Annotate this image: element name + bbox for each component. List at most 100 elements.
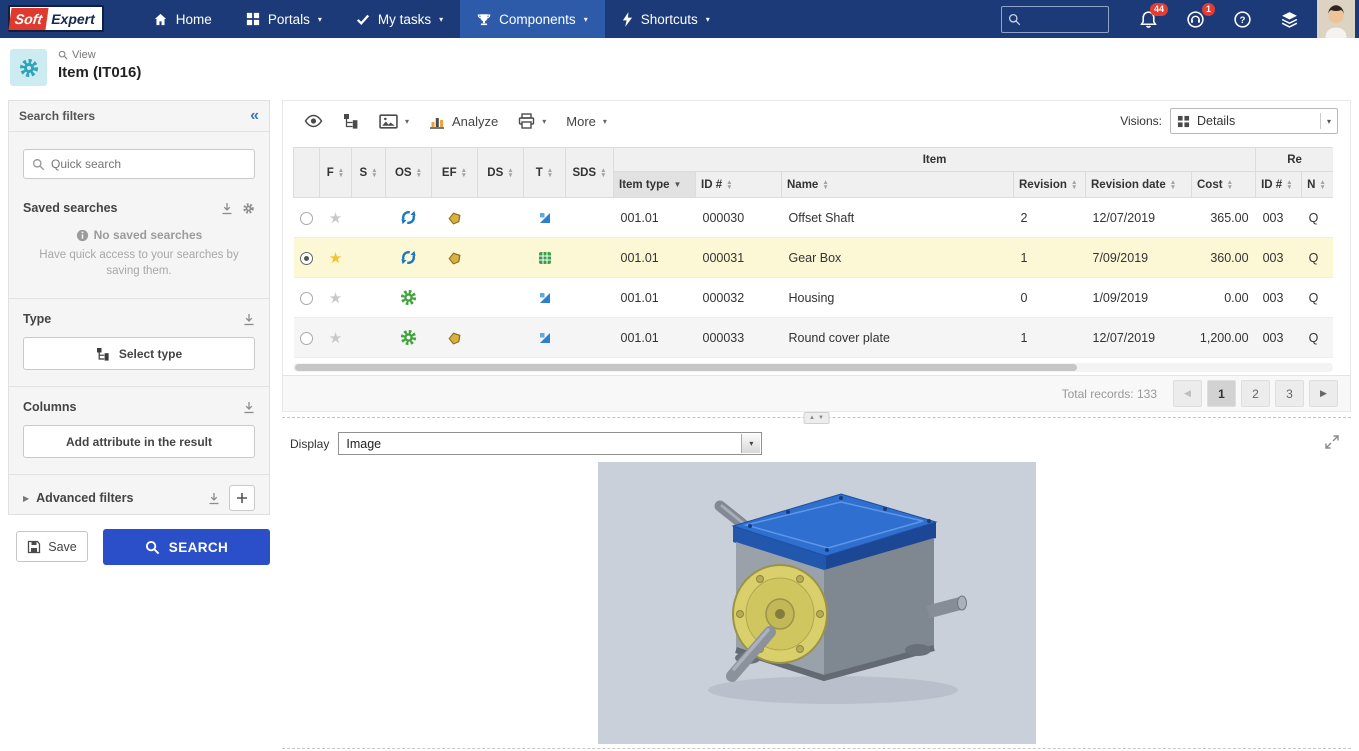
analyze-button[interactable]: Analyze [420, 108, 507, 135]
softexpert-logo[interactable]: Soft Expert [8, 5, 104, 32]
row-radio[interactable] [300, 212, 313, 225]
global-search-box[interactable] [1001, 6, 1109, 33]
column-header-f[interactable]: F▲▼ [320, 148, 352, 198]
notifications-button[interactable]: 44 [1125, 0, 1172, 38]
row-radio[interactable] [300, 332, 313, 345]
gearbox-3d-render [598, 462, 1036, 744]
table-row[interactable]: ★ 001.01 000030 Offset Shaft 2 12/07/201… [294, 198, 1334, 238]
display-select[interactable]: Image ▾ [338, 432, 762, 455]
column-header-re-n[interactable]: N▲▼ [1302, 172, 1333, 198]
column-header-item-type[interactable]: Item type▼ [614, 172, 696, 198]
pin-icon[interactable] [243, 313, 255, 326]
sort-icon: ▲▼ [547, 168, 553, 178]
column-header-revision-date[interactable]: Revision date▲▼ [1086, 172, 1192, 198]
favorite-star-icon[interactable]: ★ [329, 330, 342, 347]
results-table: F▲▼ S▲▼ OS▲▼ EF▲▼ DS▲▼ T▲▼ SDS▲▼ Item Re… [293, 147, 1333, 359]
search-icon [145, 540, 160, 555]
column-header-cost[interactable]: Cost▲▼ [1192, 172, 1256, 198]
info-icon [76, 229, 89, 242]
chevron-down-icon: ▾ [439, 15, 443, 24]
column-header-s[interactable]: S▲▼ [352, 148, 386, 198]
group-header-re: Re [1256, 148, 1333, 172]
collapse-sidebar-icon[interactable]: « [250, 108, 259, 124]
nav-my-tasks[interactable]: My tasks ▾ [339, 0, 460, 38]
view-record-button[interactable] [295, 108, 332, 134]
chevron-down-icon: ▾ [584, 15, 588, 24]
row-radio[interactable] [300, 252, 313, 265]
column-header-ef[interactable]: EF▲▼ [432, 148, 478, 198]
search-filters-panel: Search filters « Saved searches No saved… [8, 100, 270, 515]
nav-shortcuts[interactable]: Shortcuts ▾ [605, 0, 727, 38]
more-button[interactable]: More ▾ [557, 108, 616, 135]
main-menu: Home Portals ▾ My tasks ▾ Components ▾ S… [136, 0, 727, 38]
column-header-re-id[interactable]: ID #▲▼ [1256, 172, 1302, 198]
page-header: View Item (IT016) [0, 38, 1359, 96]
page-button-3[interactable]: 3 [1275, 380, 1304, 407]
search-icon [1008, 13, 1021, 26]
display-select-value: Image [346, 437, 381, 451]
column-header-ds[interactable]: DS▲▼ [478, 148, 524, 198]
home-icon [153, 12, 168, 27]
display-image-button[interactable]: ▾ [370, 108, 418, 135]
column-header-t[interactable]: T▲▼ [524, 148, 566, 198]
panel-splitter[interactable]: ▲▼ [282, 417, 1351, 418]
column-header-id[interactable]: ID #▲▼ [696, 172, 782, 198]
nav-components[interactable]: Components ▾ [460, 0, 605, 38]
page-title: Item (IT016) [58, 64, 141, 81]
table-row[interactable]: ★ 001.01 000032 Housing 0 1/09/2019 0.00… [294, 278, 1334, 318]
column-header-name[interactable]: Name▲▼ [782, 172, 1014, 198]
pin-icon[interactable] [243, 401, 255, 414]
advanced-filters-label: Advanced filters [36, 491, 133, 505]
view-magnifier-icon [58, 50, 68, 60]
table-row-selected[interactable]: ★ 001.01 000031 Gear Box 1 7/09/2019 360… [294, 238, 1334, 278]
saved-searches-empty-state: No saved searches Have quick access to y… [9, 228, 269, 279]
add-attribute-button[interactable]: Add attribute in the result [23, 425, 255, 458]
global-search-input[interactable] [1025, 12, 1105, 26]
favorite-star-icon[interactable]: ★ [329, 290, 342, 307]
scrollbar-thumb[interactable] [295, 364, 1077, 371]
row-radio[interactable] [300, 292, 313, 305]
favorite-star-icon[interactable]: ★ [329, 210, 342, 227]
chevron-down-icon: ▾ [1320, 113, 1331, 129]
horizontal-scrollbar[interactable] [293, 363, 1333, 372]
page-button-1[interactable]: 1 [1207, 380, 1236, 407]
visions-dropdown[interactable]: Details ▾ [1170, 108, 1338, 134]
pin-icon[interactable] [208, 492, 220, 505]
page-button-2[interactable]: 2 [1241, 380, 1270, 407]
prev-page-button[interactable]: ◀ [1173, 380, 1202, 407]
print-button[interactable]: ▾ [509, 107, 555, 135]
quick-search-input[interactable] [51, 157, 237, 171]
advanced-filters-row[interactable]: ▶ Advanced filters [23, 485, 255, 511]
next-page-button[interactable]: ▶ [1309, 380, 1338, 407]
grid-icon [1177, 115, 1190, 128]
expand-panel-button[interactable] [1324, 434, 1340, 450]
quick-search-box[interactable] [23, 149, 255, 179]
nav-portals[interactable]: Portals ▾ [229, 0, 339, 38]
modules-button[interactable] [1266, 0, 1313, 38]
save-search-button[interactable]: Save [16, 531, 88, 562]
search-button[interactable]: SEARCH [103, 529, 270, 565]
eye-icon [304, 114, 323, 128]
sort-icon: ▲▼ [371, 168, 377, 178]
sort-icon: ▲▼ [1319, 180, 1325, 190]
display-bar: Display Image ▾ [290, 432, 762, 455]
pin-icon[interactable] [221, 202, 233, 215]
help-button[interactable]: ? [1219, 0, 1266, 38]
splitter-handle-icon[interactable]: ▲▼ [803, 412, 830, 424]
notification-count-badge: 44 [1150, 3, 1168, 16]
table-row[interactable]: ★ 001.01 000033 Round cover plate 1 12/0… [294, 318, 1334, 358]
column-header-revision[interactable]: Revision▲▼ [1014, 172, 1086, 198]
nav-label: Shortcuts [641, 12, 698, 27]
select-type-button[interactable]: Select type [23, 337, 255, 370]
column-header-os[interactable]: OS▲▼ [386, 148, 432, 198]
support-button[interactable]: 1 [1172, 0, 1219, 38]
gear-icon[interactable] [242, 202, 255, 215]
sort-icon: ▲▼ [1227, 180, 1233, 190]
structure-button[interactable] [334, 107, 368, 135]
favorite-star-icon[interactable]: ★ [329, 250, 342, 267]
nav-home[interactable]: Home [136, 0, 229, 38]
logo-expert-text: Expert [47, 11, 95, 27]
user-avatar[interactable] [1317, 0, 1355, 38]
column-header-sds[interactable]: SDS▲▼ [566, 148, 614, 198]
add-filter-button[interactable] [229, 485, 255, 511]
